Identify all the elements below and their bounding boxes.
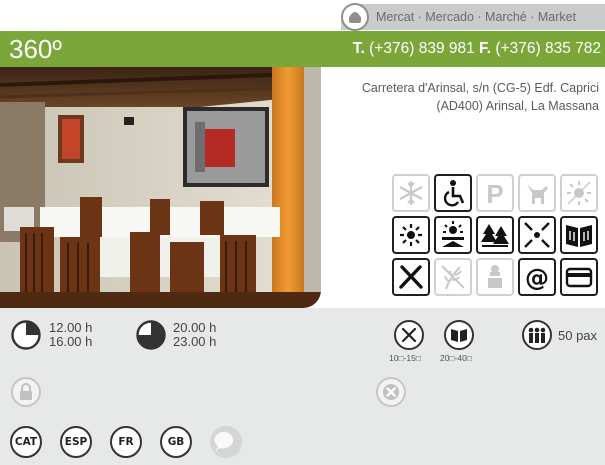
svg-text:@: @ xyxy=(525,264,549,292)
language-cat[interactable]: CAT xyxy=(10,426,42,458)
lock-icon xyxy=(11,377,41,407)
header-bar: 360º T. (+376) 839 981 F. (+376) 835 782 xyxy=(0,31,605,67)
restaurant-title: 360º xyxy=(9,34,62,64)
address-line-1: Carretera d'Arinsal, s/n (CG-5) Edf. Cap… xyxy=(361,81,599,95)
address-line-2: (AD400) Arinsal, La Massana xyxy=(436,99,599,113)
menu-price-range: 10□-15□ xyxy=(389,353,422,363)
lunch-close-time: 16.00 h xyxy=(49,334,93,349)
lunch-clock-icon xyxy=(11,320,41,350)
dinner-hours: 20.00 h 23.00 h xyxy=(173,321,216,349)
phone-number[interactable]: (+376) 839 981 xyxy=(369,40,475,57)
closed-day-icon xyxy=(376,377,406,407)
market-label: Mercat · Mercado · Marché · Market xyxy=(376,10,577,24)
lunch-open-time: 12.00 h xyxy=(49,320,93,335)
basket-icon xyxy=(341,3,369,31)
language-fr[interactable]: FR xyxy=(110,426,142,458)
language-gb[interactable]: GB xyxy=(160,426,192,458)
wheelchair-access-icon xyxy=(434,174,472,212)
heating-icon xyxy=(392,216,430,254)
carte-price-range: 20□-40□ xyxy=(440,353,473,363)
capacity-icon xyxy=(522,320,552,350)
address-block: Carretera d'Arinsal, s/n (CG-5) Edf. Cap… xyxy=(329,79,599,115)
credit-card-icon xyxy=(560,258,598,296)
parking-icon: P xyxy=(476,174,514,212)
private-room-icon xyxy=(518,216,556,254)
terrace-icon xyxy=(560,174,598,212)
sun-terrace-icon xyxy=(434,216,472,254)
phone-prefix: T. xyxy=(352,40,365,57)
lunch-hours: 12.00 h 16.00 h xyxy=(49,321,92,349)
menu-book-icon xyxy=(560,216,598,254)
language-esp[interactable]: ESP xyxy=(60,426,92,458)
speech-bubble-icon xyxy=(210,426,242,458)
email-icon: @ xyxy=(518,258,556,296)
restaurant-photo xyxy=(0,67,321,308)
fax-number: (+376) 835 782 xyxy=(495,40,601,57)
carte-price-icon xyxy=(444,320,474,350)
chef-icon xyxy=(476,258,514,296)
menu-price-icon xyxy=(394,320,424,350)
contact-phones: T. (+376) 839 981 F. (+376) 835 782 xyxy=(353,40,601,58)
dinner-open-time: 20.00 h xyxy=(173,320,217,335)
capacity-value: 50 pax xyxy=(558,328,598,343)
gluten-free-icon xyxy=(434,258,472,296)
fax-prefix: F. xyxy=(479,40,492,57)
air-conditioning-icon xyxy=(392,174,430,212)
dinner-clock-icon xyxy=(136,320,166,350)
pets-icon xyxy=(518,174,556,212)
market-tag: Mercat · Mercado · Marché · Market xyxy=(341,3,605,31)
dinner-close-time: 23.00 h xyxy=(173,334,217,349)
restaurant-icon xyxy=(392,258,430,296)
svg-text:P: P xyxy=(486,179,503,208)
mountain-view-icon xyxy=(476,216,514,254)
services-grid: P @ xyxy=(392,174,604,296)
